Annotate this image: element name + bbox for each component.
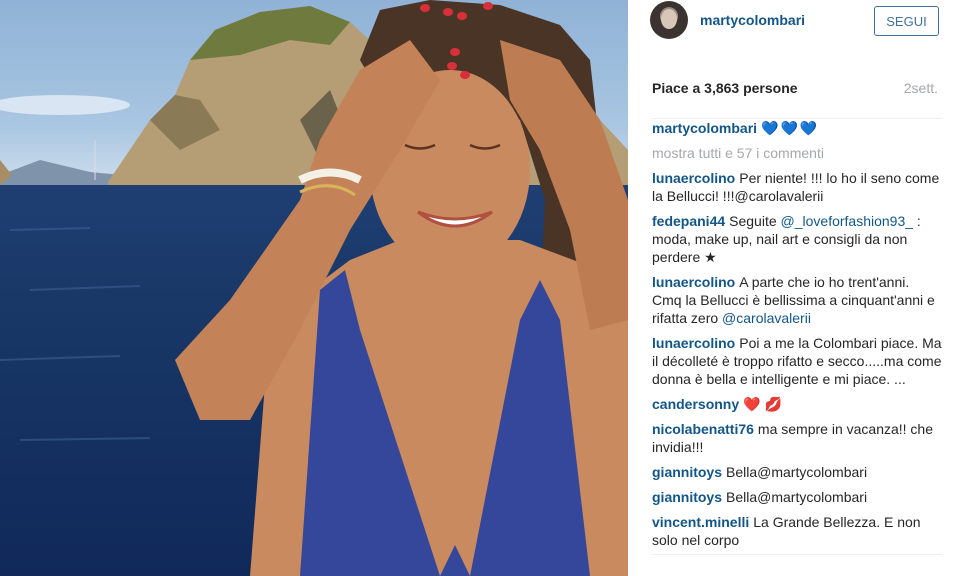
follow-button[interactable]: SEGUI bbox=[874, 6, 939, 36]
comment-text: Bella@martycolombari bbox=[726, 489, 868, 505]
comment-author[interactable]: candersonny bbox=[652, 396, 739, 412]
comment-author[interactable]: giannitoys bbox=[652, 489, 722, 505]
comment-author[interactable]: lunaercolino bbox=[652, 170, 735, 186]
comment-author[interactable]: nicolabenatti76 bbox=[652, 421, 754, 437]
username-link[interactable]: martycolombari bbox=[700, 12, 805, 28]
comment-author[interactable]: giannitoys bbox=[652, 464, 722, 480]
divider bbox=[652, 554, 942, 555]
likes-row: Piace a 3,863 persone 2sett. bbox=[628, 76, 956, 100]
comment-author[interactable]: lunaercolino bbox=[652, 335, 735, 351]
comment-author[interactable]: vincent.minelli bbox=[652, 514, 749, 530]
comment-item: lunaercolino Poi a me la Colombari piace.… bbox=[652, 334, 942, 388]
post-header: martycolombari SEGUI bbox=[628, 0, 956, 64]
comment-item: nicolabenatti76 ma sempre in vacanza!! ch… bbox=[652, 420, 942, 456]
comment-item: fedepani44 Seguite @_loveforfashion93_ : … bbox=[652, 212, 942, 266]
post-photo[interactable] bbox=[0, 0, 628, 576]
post-time[interactable]: 2sett. bbox=[904, 80, 938, 96]
comments-list: martycolombari 💙💙💙 mostra tutti e 57 i co… bbox=[652, 118, 942, 550]
comment-text: Bella@martycolombari bbox=[726, 464, 868, 480]
post-side-panel: martycolombari SEGUI Piace a 3,863 perso… bbox=[628, 0, 956, 576]
comment-item: lunaercolino Per niente! !!! lo ho il sen… bbox=[652, 169, 942, 205]
comment-author[interactable]: fedepani44 bbox=[652, 213, 725, 229]
caption-author[interactable]: martycolombari bbox=[652, 120, 757, 136]
avatar[interactable] bbox=[650, 1, 688, 39]
blue-hearts-emoji: 💙💙💙 bbox=[761, 120, 820, 136]
comment-item: giannitoys Bella@martycolombari bbox=[652, 488, 942, 506]
comment-item: vincent.minelli La Grande Bellezza. E non… bbox=[652, 513, 942, 549]
caption: martycolombari 💙💙💙 bbox=[652, 119, 942, 137]
comment-text: ❤️ 💋 bbox=[743, 396, 782, 412]
comment-item: giannitoys Bella@martycolombari bbox=[652, 463, 942, 481]
load-more-comments[interactable]: mostra tutti e 57 i commenti bbox=[652, 144, 942, 162]
comment-mention[interactable]: @carolavalerii bbox=[722, 310, 811, 326]
photo-illustration bbox=[0, 0, 628, 576]
likes-count[interactable]: Piace a 3,863 persone bbox=[652, 80, 798, 96]
comment-item: lunaercolino A parte che io ho trent'anni… bbox=[652, 273, 942, 327]
comment-mention[interactable]: @_loveforfashion93_ bbox=[781, 213, 914, 229]
comment-text: Seguite bbox=[729, 213, 781, 229]
comment-author[interactable]: lunaercolino bbox=[652, 274, 735, 290]
comment-item: candersonny ❤️ 💋 bbox=[652, 395, 942, 413]
